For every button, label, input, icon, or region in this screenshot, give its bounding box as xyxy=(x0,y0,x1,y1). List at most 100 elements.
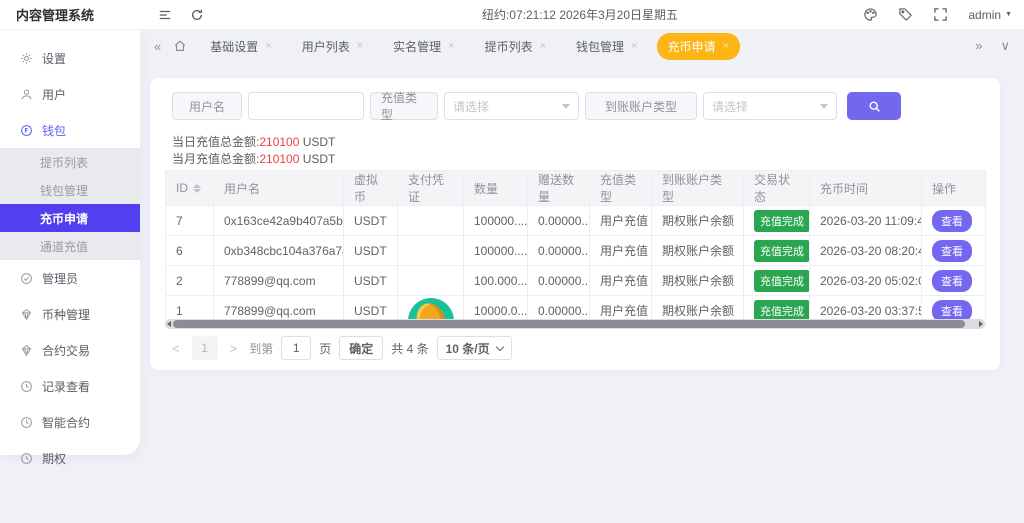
daily-total-unit: USDT xyxy=(299,135,335,149)
username-label: 用户名 xyxy=(172,92,242,120)
gear-icon xyxy=(20,52,33,65)
cell-id: 2 xyxy=(166,266,214,296)
next-page-icon[interactable]: > xyxy=(226,341,242,356)
gem-icon xyxy=(20,308,33,321)
cell-actions: 查看 xyxy=(922,236,986,266)
monthly-total-line: 当月充值总金额:210100 USDT xyxy=(172,151,335,168)
search-icon xyxy=(868,100,881,113)
col-coin: 虚拟币 xyxy=(344,171,398,206)
username-input[interactable] xyxy=(248,92,364,120)
tab-basic-settings[interactable]: 基础设置 × xyxy=(199,33,282,60)
status-badge: 充值完成 xyxy=(754,210,810,232)
page-size-select[interactable]: 10 条/页 xyxy=(437,336,512,360)
theme-palette-icon[interactable] xyxy=(863,7,878,22)
tag-icon[interactable] xyxy=(898,7,913,22)
tab-label: 实名管理 xyxy=(393,38,441,55)
close-icon[interactable]: × xyxy=(723,40,729,52)
sort-icon[interactable] xyxy=(193,184,201,193)
goto-confirm-button[interactable]: 确定 xyxy=(339,336,383,360)
monthly-total-value: 210100 xyxy=(259,152,299,166)
col-id[interactable]: ID xyxy=(166,171,214,206)
account-type-value: 请选择 xyxy=(712,98,748,115)
sidebar-item-coin-management[interactable]: 币种管理 xyxy=(0,296,140,332)
submenu-item-wallet-management[interactable]: 钱包管理 xyxy=(0,176,140,204)
account-type-select[interactable]: 请选择 xyxy=(703,92,837,120)
check-circle-icon xyxy=(20,272,33,285)
sidebar-item-users[interactable]: 用户 xyxy=(0,76,140,112)
fullscreen-icon[interactable] xyxy=(933,7,948,22)
chevron-down-icon xyxy=(495,342,503,350)
sidebar-item-label: 用户 xyxy=(42,86,66,103)
col-status: 交易状态 xyxy=(744,171,810,206)
table-row: 7 0x163ce42a9b407a5b095... USDT 100000..… xyxy=(166,206,986,236)
scroll-left-icon[interactable] xyxy=(167,321,171,327)
cell-amount: 100.000... xyxy=(464,266,528,296)
cell-time: 2026-03-20 11:09:46 xyxy=(810,206,922,236)
dropdown-caret-icon xyxy=(562,104,570,109)
cell-id: 7 xyxy=(166,206,214,236)
cell-id: 6 xyxy=(166,236,214,266)
col-proof: 支付凭证 xyxy=(398,171,464,206)
tabs-menu-icon[interactable]: ∨ xyxy=(1000,38,1010,54)
dropdown-caret-icon xyxy=(820,104,828,109)
tabs-collapse-icon[interactable]: « xyxy=(154,39,161,54)
col-amount: 数量 xyxy=(464,171,528,206)
search-button[interactable] xyxy=(847,92,901,120)
view-button[interactable]: 查看 xyxy=(932,240,972,262)
menu-fold-icon[interactable] xyxy=(158,8,172,22)
sidebar-item-contract-trading[interactable]: 合约交易 xyxy=(0,332,140,368)
recharge-type-value: 请选择 xyxy=(453,98,489,115)
cell-time: 2026-03-20 05:02:09 xyxy=(810,266,922,296)
tab-user-list[interactable]: 用户列表 × xyxy=(291,33,374,60)
close-icon[interactable]: × xyxy=(631,40,637,52)
cell-amount: 100000.... xyxy=(464,236,528,266)
cell-type: 用户充值 xyxy=(590,206,652,236)
tab-deposit-request[interactable]: 充币申请 × xyxy=(657,33,740,60)
tab-wallet-management[interactable]: 钱包管理 × xyxy=(565,33,648,60)
submenu-item-channel-recharge[interactable]: 通道充值 xyxy=(0,232,140,260)
admin-user-menu[interactable]: admin ▼ xyxy=(968,8,1012,22)
table-header-row: ID 用户名 虚拟币 支付凭证 数量 赠送数量 充值类型 到账账户类型 交易状态… xyxy=(166,171,986,206)
world-clock: 纽约:07:21:12 2026年3月20日星期五 xyxy=(450,6,710,23)
sidebar-item-admins[interactable]: 管理员 xyxy=(0,260,140,296)
cell-status: 充值完成 xyxy=(744,236,810,266)
tab-withdraw-list[interactable]: 提币列表 × xyxy=(474,33,557,60)
prev-page-icon[interactable]: < xyxy=(168,341,184,356)
cell-account: 期权账户余额 xyxy=(652,266,744,296)
submenu-item-withdraw-list[interactable]: 提币列表 xyxy=(0,148,140,176)
scroll-right-icon[interactable] xyxy=(979,321,983,327)
cell-account: 期权账户余额 xyxy=(652,236,744,266)
sidebar-item-smart-contract[interactable]: 智能合约 xyxy=(0,404,140,440)
tab-realname-management[interactable]: 实名管理 × xyxy=(382,33,465,60)
sidebar-item-label: 币种管理 xyxy=(42,306,90,323)
table-row: 6 0xb348cbc104a376a7aa28... USDT 100000.… xyxy=(166,236,986,266)
cell-proof xyxy=(398,266,464,296)
home-icon[interactable] xyxy=(173,39,187,53)
goto-page-input[interactable] xyxy=(281,336,311,360)
wallet-submenu: 提币列表 钱包管理 充币申请 通道充值 xyxy=(0,148,140,260)
submenu-item-label: 钱包管理 xyxy=(40,182,88,199)
tabs-expand-icon[interactable]: » xyxy=(975,38,982,54)
view-button[interactable]: 查看 xyxy=(932,270,972,292)
current-page[interactable]: 1 xyxy=(192,336,218,360)
close-icon[interactable]: × xyxy=(540,40,546,52)
view-button[interactable]: 查看 xyxy=(932,210,972,232)
col-type: 充值类型 xyxy=(590,171,652,206)
submenu-item-deposit-request[interactable]: 充币申请 xyxy=(0,204,140,232)
sidebar-item-settings[interactable]: 设置 xyxy=(0,40,140,76)
sidebar-item-wallet[interactable]: 钱包 xyxy=(0,112,140,148)
sidebar-item-options[interactable]: 期权 xyxy=(0,440,140,476)
daily-total-value: 210100 xyxy=(259,135,299,149)
close-icon[interactable]: × xyxy=(265,40,271,52)
close-icon[interactable]: × xyxy=(448,40,454,52)
sidebar-item-records[interactable]: 记录查看 xyxy=(0,368,140,404)
close-icon[interactable]: × xyxy=(357,40,363,52)
scrollbar-thumb[interactable] xyxy=(173,320,965,328)
cell-status: 充值完成 xyxy=(744,206,810,236)
recharge-type-select[interactable]: 请选择 xyxy=(444,92,579,120)
cell-username: 0x163ce42a9b407a5b095... xyxy=(214,206,344,236)
monthly-total-label: 当月充值总金额: xyxy=(172,152,259,166)
submenu-item-label: 提币列表 xyxy=(40,154,88,171)
refresh-icon[interactable] xyxy=(190,8,204,22)
horizontal-scrollbar[interactable] xyxy=(165,319,985,329)
